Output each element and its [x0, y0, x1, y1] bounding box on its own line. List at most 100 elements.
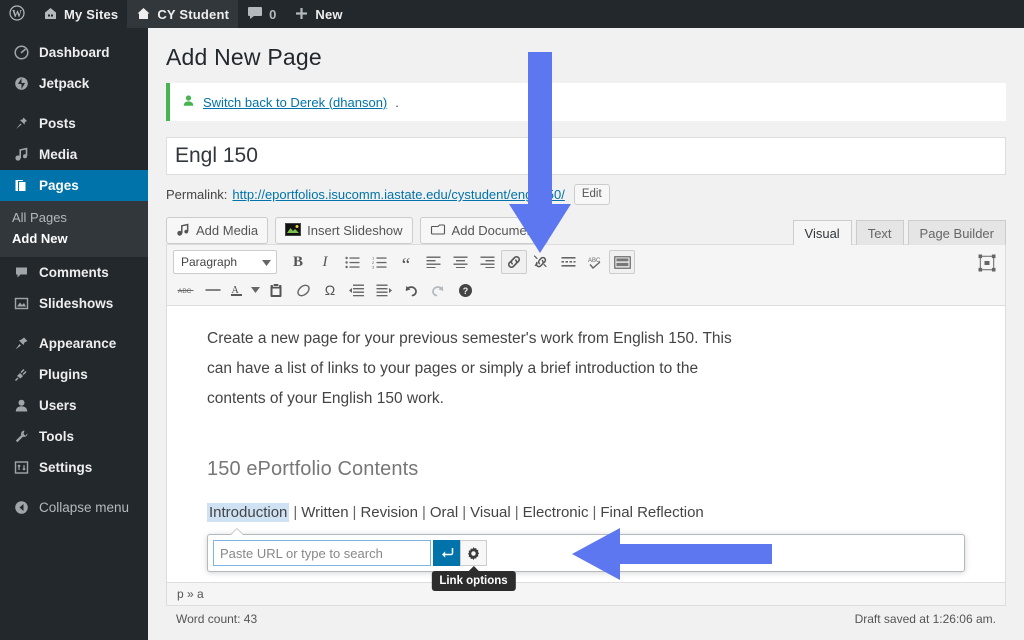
- dashboard-icon: [12, 45, 30, 60]
- sidebar-item-plugins[interactable]: Plugins: [0, 359, 148, 390]
- admin-bar: W My Sites CY Student 0 New: [0, 0, 1024, 28]
- sidebar-item-tools[interactable]: Tools: [0, 421, 148, 452]
- insert-slideshow-label: Insert Slideshow: [307, 223, 403, 238]
- keyboard-shortcuts-icon[interactable]: ?: [452, 278, 478, 302]
- comment-icon: [247, 6, 263, 22]
- redo-icon[interactable]: [425, 278, 451, 302]
- sidebar-item-settings[interactable]: Settings: [0, 452, 148, 483]
- editor-content-area[interactable]: Create a new page for your previous seme…: [167, 306, 1005, 591]
- sidebar-label-collapse-menu: Collapse menu: [39, 500, 130, 515]
- link-options-tooltip: Link options: [431, 566, 516, 591]
- sidebar-item-collapse-menu[interactable]: Collapse menu: [0, 492, 148, 523]
- sidebar-item-pages[interactable]: Pages: [0, 170, 156, 201]
- plus-icon: [294, 6, 309, 23]
- home-icon: [136, 7, 151, 22]
- align-left-icon[interactable]: [420, 250, 446, 274]
- content-link-final-reflection[interactable]: Final Reflection: [600, 504, 703, 521]
- tab-visual[interactable]: Visual: [792, 220, 852, 245]
- bulleted-list-icon[interactable]: [339, 250, 365, 274]
- format-select[interactable]: Paragraph: [173, 250, 277, 274]
- wordpress-icon: W: [9, 5, 25, 23]
- content-link-oral[interactable]: Oral: [430, 504, 458, 521]
- read-more-icon[interactable]: [555, 250, 581, 274]
- content-paragraph: Create a new page for your previous seme…: [207, 330, 732, 407]
- pages-submenu: All Pages Add New: [0, 201, 148, 257]
- content-link-revision[interactable]: Revision: [360, 504, 418, 521]
- sidebar-subitem-add-new[interactable]: Add New: [0, 228, 148, 249]
- tab-text[interactable]: Text: [855, 220, 904, 245]
- align-center-icon[interactable]: [447, 250, 473, 274]
- text-color-icon[interactable]: A: [227, 278, 247, 302]
- page-title-input[interactable]: [166, 137, 1006, 175]
- link-url-input[interactable]: [213, 540, 431, 566]
- wp-logo-button[interactable]: W: [0, 0, 34, 28]
- content-heading: 150 ePortfolio Contents: [207, 458, 419, 480]
- site-name-menu[interactable]: CY Student: [127, 0, 239, 28]
- media-icon: [12, 147, 30, 162]
- comments-bubble[interactable]: 0: [238, 0, 285, 28]
- text-color-chevron-down-icon[interactable]: [248, 278, 262, 302]
- fullscreen-icon[interactable]: [975, 251, 999, 275]
- sidebar-item-users[interactable]: Users: [0, 390, 148, 421]
- sidebar-item-comments[interactable]: Comments: [0, 257, 148, 288]
- indent-icon[interactable]: [371, 278, 397, 302]
- my-sites-menu[interactable]: My Sites: [34, 0, 127, 28]
- sidebar-sublabel-all-pages: All Pages: [12, 210, 67, 225]
- permalink-label: Permalink:: [166, 187, 228, 202]
- sidebar-divider-2: [0, 319, 148, 328]
- insert-link-icon[interactable]: [501, 250, 527, 274]
- horizontal-rule-icon[interactable]: [200, 278, 226, 302]
- switch-back-link[interactable]: Switch back to Derek (dhanson): [203, 95, 387, 110]
- clear-formatting-icon[interactable]: [290, 278, 316, 302]
- editor-element-path: p » a: [167, 582, 1005, 605]
- content-link-introduction[interactable]: Introduction: [207, 503, 290, 522]
- sidebar-subitem-all-pages[interactable]: All Pages: [0, 207, 148, 228]
- link-separator: |: [514, 504, 519, 521]
- blockquote-icon[interactable]: “: [393, 250, 419, 275]
- sidebar-label-posts: Posts: [39, 116, 76, 131]
- italic-icon[interactable]: I: [312, 250, 338, 274]
- svg-text:?: ?: [462, 286, 468, 296]
- sidebar-item-posts[interactable]: Posts: [0, 108, 148, 139]
- sidebar-item-dashboard[interactable]: Dashboard: [0, 37, 148, 68]
- svg-text:W: W: [12, 9, 22, 20]
- strikethrough-icon[interactable]: ABC: [173, 278, 199, 302]
- permalink-url[interactable]: http://eportfolios.isucomm.iastate.edu/c…: [232, 187, 564, 202]
- admin-sidebar: Dashboard Jetpack Posts Media Pages All …: [0, 28, 156, 640]
- outdent-icon[interactable]: [344, 278, 370, 302]
- content-link-visual[interactable]: Visual: [470, 504, 511, 521]
- numbered-list-icon[interactable]: 123: [366, 250, 392, 274]
- users-icon: [12, 398, 30, 413]
- bold-icon[interactable]: B: [285, 250, 311, 274]
- content-link-electronic[interactable]: Electronic: [523, 504, 589, 521]
- add-document-button[interactable]: Add Document: [419, 217, 548, 244]
- new-content-menu[interactable]: New: [285, 0, 351, 28]
- edit-permalink-button[interactable]: Edit: [573, 184, 610, 205]
- sidebar-label-slideshows: Slideshows: [39, 296, 114, 311]
- align-right-icon[interactable]: [474, 250, 500, 274]
- sidebar-item-slideshows[interactable]: Slideshows: [0, 288, 148, 319]
- content-link-written[interactable]: Written: [301, 504, 348, 521]
- spellcheck-icon[interactable]: ABC: [582, 250, 608, 274]
- toggle-toolbar-icon[interactable]: [609, 250, 635, 274]
- toolbar-row-1: Paragraph B I 123 “ ABC: [173, 249, 1001, 275]
- insert-slideshow-button[interactable]: Insert Slideshow: [275, 217, 413, 244]
- apply-link-button[interactable]: [433, 540, 460, 566]
- document-icon: [430, 223, 446, 238]
- sidebar-item-jetpack[interactable]: Jetpack: [0, 68, 148, 99]
- undo-icon[interactable]: [398, 278, 424, 302]
- sidebar-item-media[interactable]: Media: [0, 139, 148, 170]
- add-media-button[interactable]: Add Media: [166, 217, 269, 244]
- remove-link-icon[interactable]: [528, 250, 554, 274]
- add-media-label: Add Media: [196, 223, 259, 238]
- link-options-button[interactable]: Link options: [431, 540, 516, 591]
- tab-page-builder[interactable]: Page Builder: [907, 220, 1006, 245]
- special-character-icon[interactable]: Ω: [317, 278, 343, 302]
- toolbar-row-2: ABC A Ω ?: [173, 277, 1001, 303]
- chevron-down-icon: [262, 255, 271, 269]
- paste-as-text-icon[interactable]: [263, 278, 289, 302]
- screen-root: W My Sites CY Student 0 New Dashboard Je…: [0, 0, 1024, 640]
- sidebar-divider-1: [0, 99, 148, 108]
- word-count: Word count: 43: [176, 612, 258, 626]
- sidebar-item-appearance[interactable]: Appearance: [0, 328, 148, 359]
